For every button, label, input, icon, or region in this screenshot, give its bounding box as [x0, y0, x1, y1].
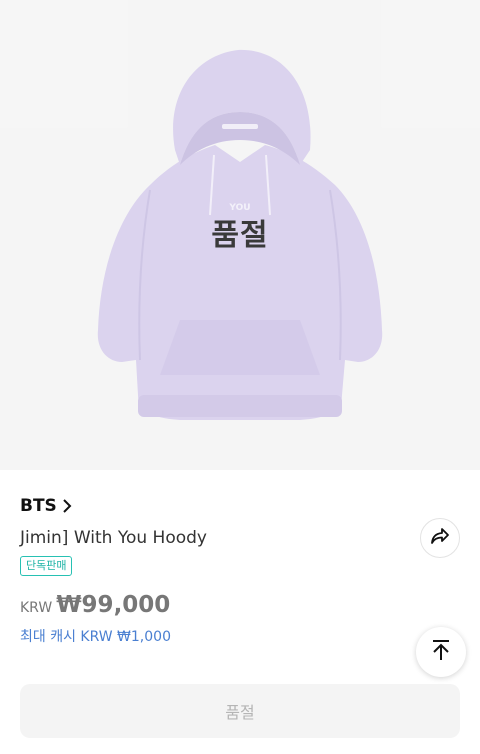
arrow-up-to-top-icon [430, 638, 452, 667]
share-button[interactable] [420, 518, 460, 558]
price-currency: KRW [20, 600, 53, 616]
soldout-button[interactable]: 품절 [20, 684, 460, 738]
price: KRW ₩99,000 [20, 592, 170, 618]
price-value: ₩99,000 [56, 592, 171, 618]
exclusive-badge: 단독판매 [20, 556, 73, 576]
scroll-to-top-button[interactable] [416, 627, 466, 677]
artist-name: BTS [20, 496, 57, 516]
product-image[interactable]: YOU 품절 [0, 0, 480, 470]
chevron-right-icon [61, 498, 73, 514]
soldout-label: 품절 [211, 218, 269, 253]
artist-link[interactable]: BTS [20, 496, 73, 516]
cash-reward-text: 최대 캐시 KRW ₩1,000 [20, 629, 171, 645]
product-title: Jimin] With You Hoody [20, 528, 207, 548]
share-icon [430, 527, 450, 550]
